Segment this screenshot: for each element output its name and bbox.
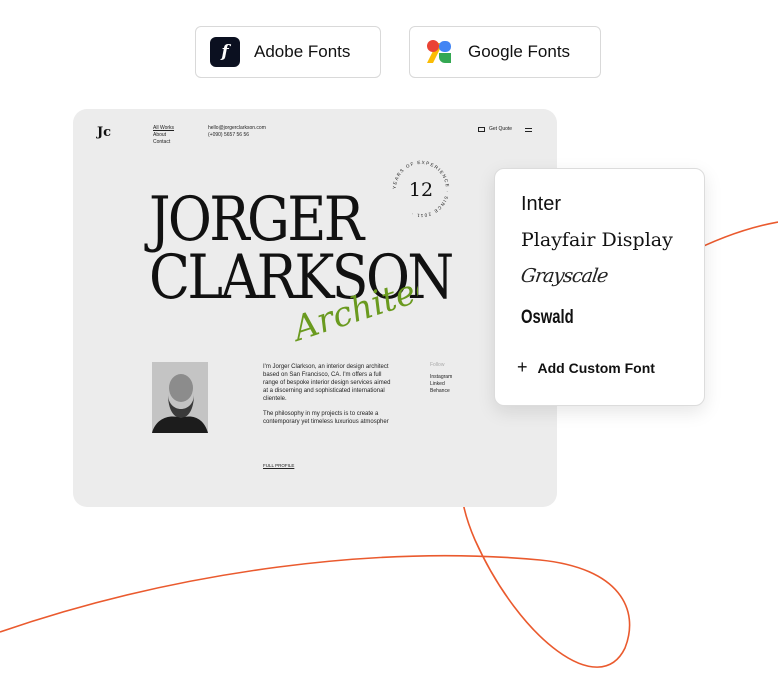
menu-icon[interactable] [525, 128, 532, 132]
add-custom-font-button[interactable]: + Add Custom Font [517, 357, 655, 378]
preview-script-word: Architect [288, 269, 418, 349]
plus-icon: + [517, 357, 528, 377]
bio-paragraph: The philosophy in my projects is to crea… [263, 411, 389, 425]
preview-get-quote[interactable]: Get Quote [478, 126, 512, 132]
preview-email[interactable]: hello@jorgerclarkson.com [208, 125, 266, 132]
add-custom-font-label: Add Custom Font [537, 359, 655, 376]
preview-get-quote-label: Get Quote [489, 126, 513, 132]
mail-icon [478, 126, 485, 132]
preview-nav-item[interactable]: Contact [153, 139, 174, 146]
social-link[interactable]: Behance [430, 388, 452, 395]
font-option-inter[interactable]: Inter [521, 193, 561, 216]
google-fonts-button[interactable]: Google Fonts [409, 26, 601, 78]
font-option-playfair-display[interactable]: Playfair Display [521, 229, 673, 251]
portrait-image [152, 362, 208, 433]
social-link[interactable]: Instagram [430, 374, 452, 381]
adobe-fonts-icon: f [210, 37, 240, 67]
google-fonts-label: Google Fonts [468, 42, 571, 61]
adobe-fonts-button[interactable]: f Adobe Fonts [195, 26, 381, 78]
font-option-grayscale[interactable]: Grayscale [519, 265, 608, 287]
bio-paragraph: I'm Jorger Clarkson, an interior design … [263, 364, 391, 402]
preview-logo: Jc [97, 125, 112, 140]
hero-name-line: JORGER [149, 184, 364, 255]
preview-social: Follow Instagram Linked Behance [430, 362, 452, 395]
adobe-fonts-label: Adobe Fonts [254, 42, 351, 61]
preview-bio: I'm Jorger Clarkson, an interior design … [263, 363, 393, 426]
preview-nav-item[interactable]: All Works [153, 125, 174, 132]
script-word-text: Architect [288, 269, 418, 349]
preview-nav: All Works About Contact [153, 125, 174, 146]
google-fonts-icon [427, 40, 451, 63]
preview-phone: (+090) 5657 56 56 [208, 132, 250, 138]
preview-nav-item[interactable]: About [153, 132, 174, 139]
preview-contact: hello@jorgerclarkson.com (+090) 5657 56 … [208, 125, 266, 139]
font-picker-panel: Inter Playfair Display Grayscale Oswald … [494, 168, 705, 406]
social-link[interactable]: Linked [430, 381, 452, 388]
social-title: Follow [430, 362, 445, 368]
full-profile-link[interactable]: FULL PROFILE [263, 463, 294, 468]
font-option-oswald[interactable]: Oswald [521, 307, 574, 329]
preview-portrait [152, 362, 208, 433]
website-preview: Jc All Works About Contact hello@jorgerc… [73, 109, 557, 507]
